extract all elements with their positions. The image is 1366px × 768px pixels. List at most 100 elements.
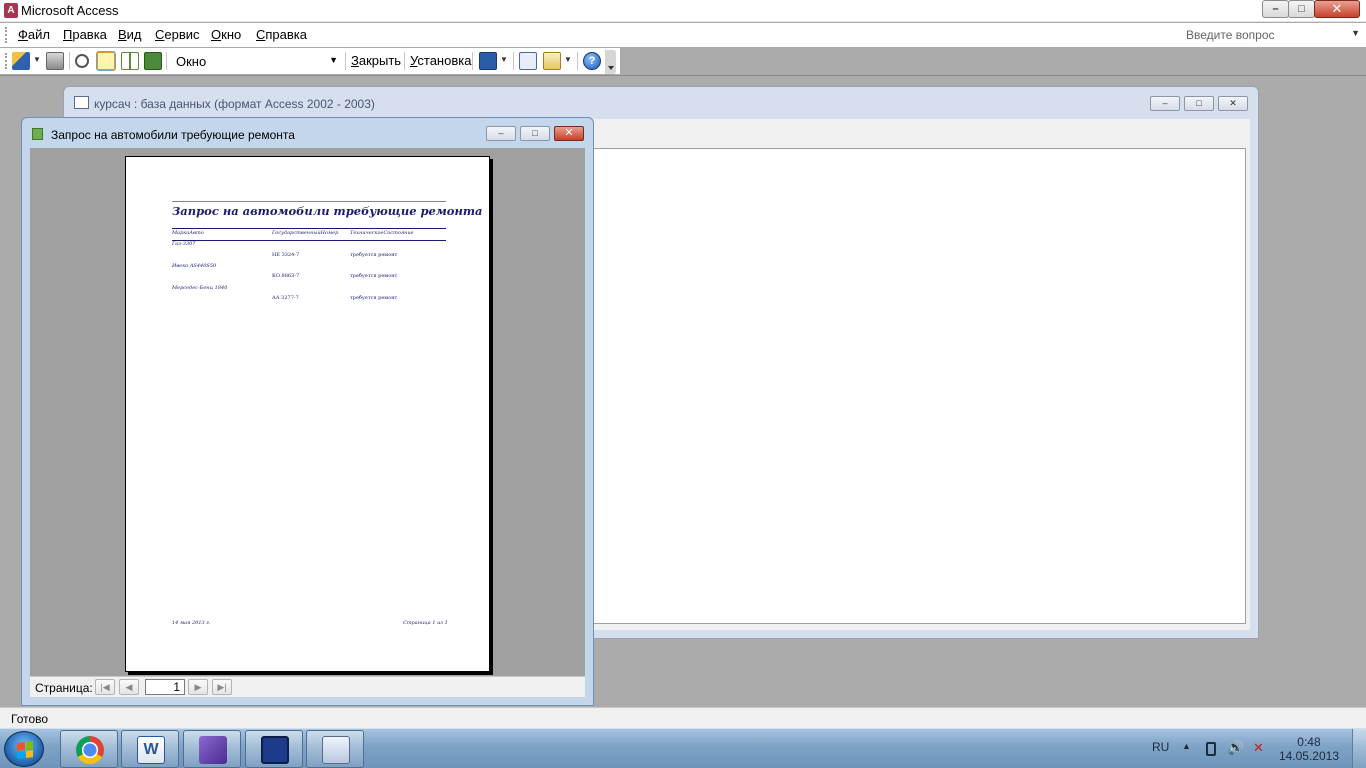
first-page-button[interactable]: |◀ [95, 679, 115, 695]
design-view-icon[interactable] [12, 52, 30, 70]
report-title: Запрос на автомобили требующие ремонта [172, 204, 483, 218]
report-minimize-button[interactable]: – [486, 126, 516, 141]
one-page-icon[interactable] [96, 51, 116, 71]
battery-icon[interactable] [1206, 742, 1216, 756]
maximize-icon: □ [532, 128, 538, 138]
zoom-combo-value: Окно [176, 54, 207, 69]
clock-date: 14.05.2013 [1278, 749, 1339, 763]
report-title-rule [172, 201, 446, 202]
minimize-icon: – [1162, 98, 1168, 108]
row-plate: АА 3277-7 [272, 295, 299, 301]
start-button[interactable] [4, 731, 44, 767]
help-question-placeholder: Введите вопрос [1186, 28, 1275, 42]
taskbar: W RU ▲ 🔊 ✕ 0:48 14.05.2013 [0, 728, 1366, 768]
design-view-dropdown-icon[interactable]: ▼ [33, 55, 41, 64]
multiple-pages-icon[interactable] [144, 52, 162, 70]
report-preview-window: Запрос на автомобили требующие ремонта –… [21, 117, 594, 706]
network-icon[interactable]: ✕ [1253, 740, 1264, 756]
minimize-icon: – [498, 128, 504, 138]
page-label: Страница: [35, 681, 93, 695]
windows-explorer-icon [322, 736, 350, 764]
page-number-input[interactable]: 1 [145, 679, 185, 695]
help-icon[interactable]: ? [583, 52, 601, 70]
menu-grip[interactable] [5, 27, 8, 43]
toolbar-separator [166, 52, 167, 70]
close-icon: ✕ [1229, 98, 1237, 108]
db-minimize-button[interactable]: – [1150, 96, 1180, 111]
report-maximize-button[interactable]: □ [520, 126, 550, 141]
chrome-icon [76, 736, 104, 764]
new-object-icon[interactable] [543, 52, 561, 70]
report-window-titlebar[interactable]: Запрос на автомобили требующие ремонта –… [22, 118, 593, 148]
taskbar-explorer[interactable] [306, 730, 364, 768]
report-preview-area[interactable]: Запрос на автомобили требующие ремонта М… [30, 148, 585, 697]
close-preview-button[interactable]: Закрыть [351, 53, 401, 68]
row-make: Мерседес-Бенц 1840 [172, 285, 228, 291]
database-window-icon[interactable] [519, 52, 537, 70]
taskbar-chrome[interactable] [60, 730, 118, 768]
volume-icon[interactable]: 🔊 [1227, 739, 1244, 756]
office-links-icon[interactable] [479, 52, 497, 70]
db-close-button[interactable]: ✕ [1218, 96, 1248, 111]
help-question-box[interactable]: Введите вопрос ▼ [1182, 25, 1362, 45]
report-window-buttons: – □ ✕ [482, 126, 584, 141]
last-page-button[interactable]: ▶| [212, 679, 232, 695]
menu-window[interactable]: Окно [211, 27, 241, 42]
menu-file[interactable]: Файл [18, 27, 50, 42]
show-desktop-button[interactable] [1352, 729, 1366, 768]
print-icon[interactable] [46, 52, 64, 70]
zoom-icon[interactable] [75, 54, 89, 68]
close-icon: ✕ [1331, 1, 1343, 16]
language-indicator[interactable]: RU [1152, 740, 1169, 754]
close-button[interactable]: ✕ [1314, 0, 1360, 18]
maximize-icon: □ [1196, 98, 1202, 108]
taskbar-visual-studio[interactable] [183, 730, 241, 768]
word-icon: W [137, 736, 165, 764]
new-object-dropdown-icon[interactable]: ▼ [564, 55, 572, 64]
database-icon [74, 96, 89, 109]
chevron-down-icon[interactable]: ▼ [329, 55, 338, 65]
status-text: Готово [11, 712, 49, 726]
row-state: требуется ремонт [350, 295, 398, 301]
chevron-down-icon[interactable]: ▼ [1351, 28, 1360, 38]
report-close-button[interactable]: ✕ [554, 126, 584, 141]
clock-time: 0:48 [1297, 735, 1321, 749]
toolbar-options-button[interactable] [605, 50, 616, 74]
toolbar-separator [345, 52, 346, 70]
two-pages-icon[interactable] [121, 52, 139, 70]
toolbar-grip[interactable] [5, 53, 8, 69]
page-setup-button[interactable]: Установка [410, 53, 471, 68]
prev-page-button[interactable]: ◀ [119, 679, 139, 695]
report-header-rule-top [172, 228, 446, 229]
row-state: требуется ремонт [350, 273, 398, 279]
report-page[interactable]: Запрос на автомобили требующие ремонта М… [125, 156, 490, 672]
database-window-titlebar[interactable]: курсач : база данных (формат Access 2002… [64, 87, 1258, 119]
clock[interactable]: 0:48 14.05.2013 [1279, 735, 1339, 763]
zoom-combo[interactable]: Окно ▼ [170, 51, 342, 71]
toolbar-separator [69, 52, 70, 70]
office-links-dropdown-icon[interactable]: ▼ [500, 55, 508, 64]
row-make: Газ-3307 [172, 241, 196, 247]
menu-tools[interactable]: Сервис [155, 27, 200, 42]
minimize-button[interactable]: – [1262, 0, 1289, 18]
visual-studio-icon [199, 736, 227, 764]
menu-help[interactable]: Справка [256, 27, 307, 42]
app-window-buttons: – □ ✕ [1262, 0, 1360, 18]
row-state: требуется ремонт [350, 252, 398, 258]
menu-edit[interactable]: Правка [63, 27, 107, 42]
menu-view[interactable]: Вид [118, 27, 142, 42]
report-footer-date: 14 мая 2013 г. [172, 620, 211, 626]
minimize-icon: – [1272, 3, 1279, 15]
next-page-button[interactable]: ▶ [188, 679, 208, 695]
toolbar-separator [472, 52, 473, 70]
taskbar-word[interactable]: W [121, 730, 179, 768]
access-icon[interactable]: A [4, 3, 18, 18]
column-header: ГосударственныйНомер [272, 230, 339, 236]
taskbar-access[interactable] [245, 730, 303, 768]
maximize-button[interactable]: □ [1288, 0, 1315, 18]
report-header-rule-bottom [172, 240, 446, 241]
report-icon [32, 128, 43, 140]
db-maximize-button[interactable]: □ [1184, 96, 1214, 111]
show-hidden-icons-icon[interactable]: ▲ [1182, 741, 1191, 751]
database-window-buttons: – □ ✕ [1146, 96, 1248, 111]
